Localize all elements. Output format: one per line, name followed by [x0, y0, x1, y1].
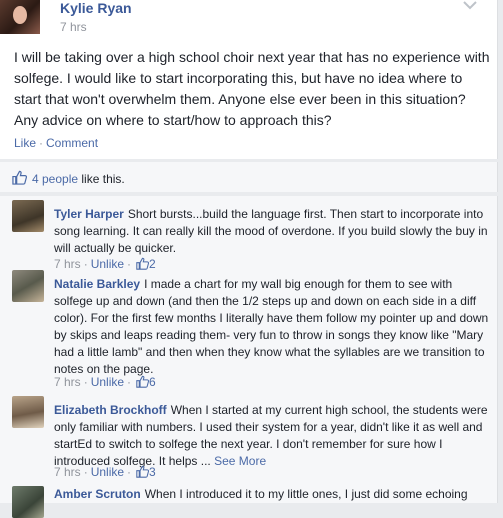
post-author-name[interactable]: Kylie Ryan — [60, 0, 132, 16]
commenter-name[interactable]: Elizabeth Brockhoff — [54, 403, 167, 417]
post-actions: Like · Comment — [14, 136, 98, 150]
thumbs-up-icon — [136, 257, 150, 270]
chevron-down-icon[interactable] — [463, 0, 477, 10]
comment-like-count[interactable]: 2 — [149, 257, 156, 271]
comment-meta: 7 hrs · Unlike · 2 — [54, 257, 156, 271]
comment-text-block: Elizabeth Brockhoff When I started at my … — [54, 402, 492, 470]
commenter-avatar[interactable] — [12, 270, 44, 302]
comment-time[interactable]: 7 hrs — [54, 465, 81, 479]
comment-meta: 7 hrs · Unlike · 3 — [54, 465, 156, 479]
comment-body: I made a chart for my wall big enough fo… — [54, 277, 489, 376]
unlike-link[interactable]: Unlike — [91, 375, 124, 389]
comment-like-count[interactable]: 3 — [149, 465, 156, 479]
comment-item: Amber Scruton When I introduced it to my … — [12, 486, 494, 518]
thumbs-up-icon — [136, 375, 150, 388]
likes-suffix: like this. — [81, 172, 125, 186]
separator-dot: · — [127, 375, 132, 389]
commenter-avatar[interactable] — [12, 396, 44, 428]
comment-text-block: Tyler Harper Short bursts...build the lan… — [54, 206, 492, 257]
likes-summary-text: 4 people like this. — [32, 172, 125, 186]
comment-item: Elizabeth Brockhoff When I started at my … — [12, 396, 494, 484]
post-body-text: I will be taking over a high school choi… — [14, 49, 490, 128]
comment-meta: 7 hrs · Unlike · 6 — [54, 375, 156, 389]
see-more-link[interactable]: See More — [214, 454, 266, 468]
comment-link[interactable]: Comment — [46, 136, 98, 150]
thumbs-up-icon — [136, 465, 150, 478]
post-timestamp[interactable]: 7 hrs — [60, 20, 87, 34]
unlike-link[interactable]: Unlike — [91, 257, 124, 271]
post-card: Kylie Ryan 7 hrs I will be taking over a… — [0, 0, 498, 159]
separator-dot: · — [39, 136, 44, 150]
comment-item: Natalie Barkley I made a chart for my wal… — [12, 270, 494, 390]
likes-count-link[interactable]: 4 people — [32, 172, 78, 186]
commenter-avatar[interactable] — [12, 200, 44, 232]
comment-like-count[interactable]: 6 — [149, 375, 156, 389]
author-avatar[interactable] — [0, 0, 40, 34]
separator-dot: · — [83, 375, 88, 389]
separator-dot: · — [127, 257, 132, 271]
commenter-avatar[interactable] — [12, 486, 44, 518]
likes-summary-bar: 4 people like this. — [0, 162, 498, 192]
comment-text-block: Amber Scruton When I introduced it to my … — [54, 486, 492, 503]
comment-item: Tyler Harper Short bursts...build the lan… — [12, 200, 494, 271]
commenter-name[interactable]: Amber Scruton — [54, 487, 141, 501]
separator-dot: · — [83, 465, 88, 479]
comments-section: Tyler Harper Short bursts...build the lan… — [0, 196, 498, 518]
comment-time[interactable]: 7 hrs — [54, 257, 81, 271]
separator-dot: · — [83, 257, 88, 271]
comment-body: When I introduced it to my little ones, … — [144, 487, 468, 501]
comment-text-block: Natalie Barkley I made a chart for my wal… — [54, 276, 492, 378]
commenter-name[interactable]: Tyler Harper — [54, 207, 124, 221]
comment-time[interactable]: 7 hrs — [54, 375, 81, 389]
like-link[interactable]: Like — [14, 136, 36, 150]
commenter-name[interactable]: Natalie Barkley — [54, 277, 140, 291]
separator-dot: · — [127, 465, 132, 479]
thumbs-up-icon — [12, 170, 27, 185]
unlike-link[interactable]: Unlike — [91, 465, 124, 479]
